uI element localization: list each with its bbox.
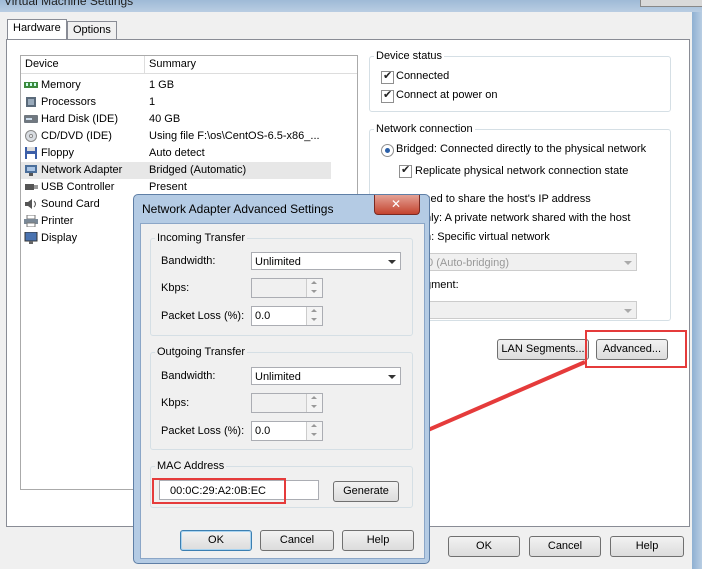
dialog-ok-button[interactable]: OK [180,530,252,551]
incoming-transfer-legend: Incoming Transfer [157,232,246,244]
outgoing-packet-loss-label: Packet Loss (%): [161,425,245,437]
advanced-settings-dialog: Network Adapter Advanced Settings Incomi… [133,194,430,564]
spin-down-icon[interactable] [306,316,322,325]
chevron-down-icon [388,375,396,379]
outgoing-bandwidth-label: Bandwidth: [161,370,216,382]
chevron-down-icon [388,260,396,264]
outgoing-kbps-stepper[interactable] [251,393,323,413]
incoming-bandwidth-label: Bandwidth: [161,255,216,267]
incoming-packet-loss-label: Packet Loss (%): [161,310,245,322]
dialog-title: Network Adapter Advanced Settings [142,202,334,216]
outgoing-packet-loss-value: 0.0 [255,425,271,437]
dialog-body: Incoming Transfer Bandwidth: Unlimited K… [140,223,425,559]
incoming-kbps-stepper[interactable] [251,278,323,298]
incoming-kbps-label: Kbps: [161,282,190,294]
spin-down-icon[interactable] [306,403,322,412]
generate-button[interactable]: Generate [333,481,399,502]
dialog-cancel-button[interactable]: Cancel [260,530,334,551]
outgoing-bandwidth-value: Unlimited [255,371,301,383]
outgoing-kbps-label: Kbps: [161,397,190,409]
incoming-packet-loss-stepper[interactable]: 0.0 [251,306,323,326]
incoming-packet-loss-value: 0.0 [255,310,271,322]
spin-down-icon[interactable] [306,288,322,297]
mac-address-legend: MAC Address [157,460,225,472]
incoming-bandwidth-value: Unlimited [255,256,301,268]
outgoing-transfer-legend: Outgoing Transfer [157,346,246,358]
close-icon[interactable] [374,195,420,215]
mac-highlight-box [152,478,286,504]
outgoing-packet-loss-stepper[interactable]: 0.0 [251,421,323,441]
dialog-help-button[interactable]: Help [342,530,414,551]
incoming-bandwidth-select[interactable]: Unlimited [251,252,401,270]
outgoing-bandwidth-select[interactable]: Unlimited [251,367,401,385]
spin-down-icon[interactable] [306,431,322,440]
